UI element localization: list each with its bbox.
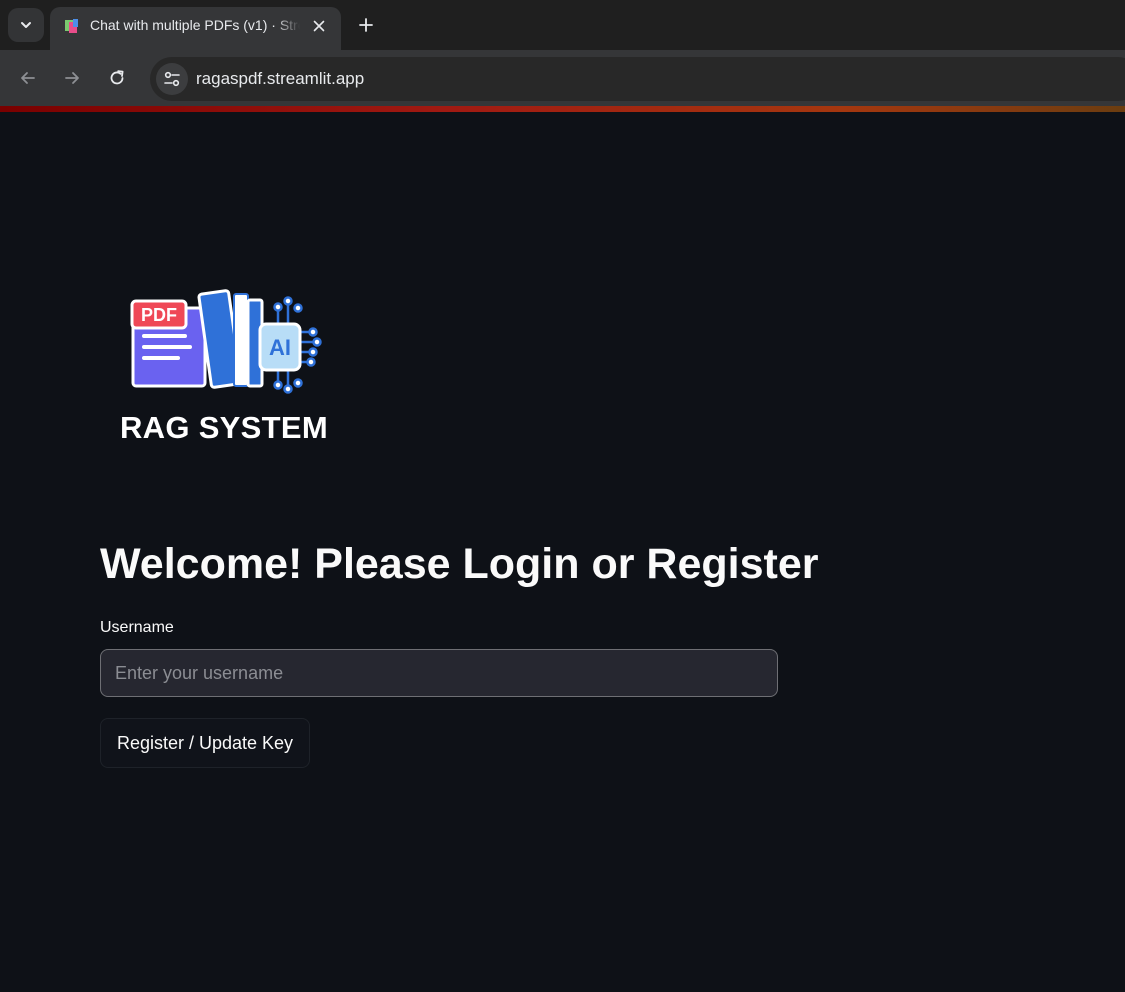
username-label: Username — [100, 619, 174, 636]
page-title: Welcome! Please Login or Register — [100, 540, 819, 588]
arrow-left-icon — [21, 72, 35, 84]
browser-tab-strip: Chat with multiple PDFs (v1) · Streamlit — [0, 0, 1125, 50]
app-main: PDF AI RAG SYSTEM Welcome! Please Login … — [0, 112, 1125, 992]
tab-close-button[interactable] — [308, 15, 330, 37]
browser-tab-active[interactable]: Chat with multiple PDFs (v1) · Streamlit — [50, 7, 341, 50]
new-tab-button[interactable] — [352, 11, 380, 39]
username-input[interactable] — [100, 649, 778, 697]
logo-graphic: PDF AI — [130, 289, 322, 394]
arrow-right-icon — [65, 72, 79, 84]
tab-search-button[interactable] — [8, 8, 44, 42]
back-button[interactable] — [14, 64, 42, 92]
tab-title: Chat with multiple PDFs (v1) · Streamlit — [90, 17, 300, 33]
site-info-button[interactable] — [156, 63, 188, 95]
rag-system-logo: PDF AI RAG SYSTEM — [110, 282, 340, 447]
register-update-key-button[interactable]: Register / Update Key — [100, 718, 310, 768]
reload-button[interactable] — [103, 64, 131, 92]
url-text[interactable]: ragaspdf.streamlit.app — [196, 69, 364, 89]
browser-toolbar: ragaspdf.streamlit.app — [0, 50, 1125, 106]
ai-chip-text: AI — [269, 335, 291, 360]
address-bar[interactable]: ragaspdf.streamlit.app — [150, 57, 1125, 101]
tune-icon — [164, 71, 180, 87]
favicon-icon — [65, 19, 78, 33]
plus-icon — [359, 18, 373, 32]
reload-icon — [110, 70, 124, 85]
logo-caption: RAG SYSTEM — [120, 410, 328, 445]
close-icon — [313, 20, 325, 32]
forward-button[interactable] — [58, 64, 86, 92]
pdf-badge-text: PDF — [141, 305, 177, 325]
chevron-down-icon — [21, 22, 31, 28]
